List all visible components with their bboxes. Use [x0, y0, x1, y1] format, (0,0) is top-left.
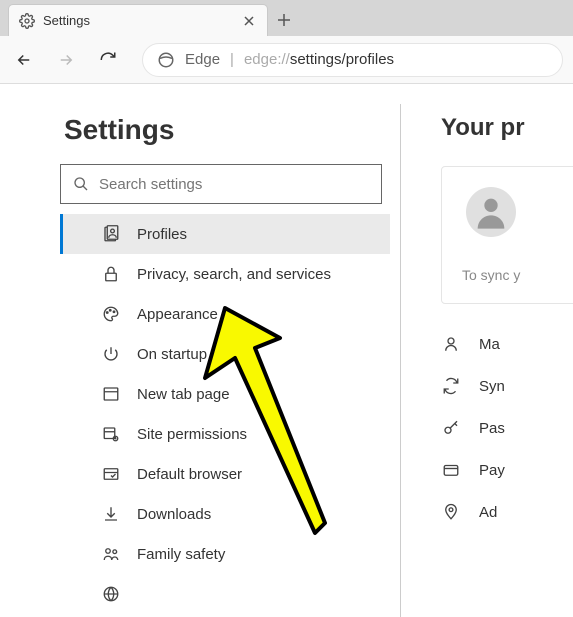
new-tab-button[interactable]: [268, 4, 300, 36]
card-icon: [441, 460, 461, 480]
key-icon: [441, 418, 461, 438]
profiles-icon: [101, 224, 121, 244]
sidebar-item-label: New tab page: [137, 386, 230, 403]
address-bar[interactable]: Edge | edge://settings/profiles: [142, 43, 563, 77]
sidebar-item-label: On startup: [137, 346, 207, 363]
sidebar-item-label: Profiles: [137, 226, 187, 243]
sidebar-item-defaultbrowser[interactable]: Default browser: [60, 454, 390, 494]
palette-icon: [101, 304, 121, 324]
browser-tab[interactable]: Settings: [8, 4, 268, 36]
sidebar-item-newtab[interactable]: New tab page: [60, 374, 390, 414]
sidebar-item-label: Family safety: [137, 546, 225, 563]
forward-button[interactable]: [52, 46, 80, 74]
content-item-sync[interactable]: Syn: [441, 366, 573, 406]
sidebar-item-label: Appearance: [137, 306, 218, 323]
sync-text: To sync y: [462, 267, 573, 283]
avatar: [466, 187, 516, 237]
profile-card: To sync y: [441, 166, 573, 304]
content-item-manage[interactable]: Ma: [441, 324, 573, 364]
addr-url: edge://settings/profiles: [244, 51, 394, 68]
settings-sidebar: Settings Profiles Privacy, search, and s…: [0, 84, 400, 617]
refresh-button[interactable]: [94, 46, 122, 74]
content-item-addresses[interactable]: Ad: [441, 492, 573, 532]
sidebar-item-family[interactable]: Family safety: [60, 534, 390, 574]
newtab-icon: [101, 384, 121, 404]
page-title: Settings: [64, 114, 390, 146]
sidebar-item-label: Privacy, search, and services: [137, 266, 331, 283]
person-icon: [441, 334, 461, 354]
search-icon: [73, 176, 89, 192]
sidebar-item-label: Default browser: [137, 466, 242, 483]
family-icon: [101, 544, 121, 564]
search-input[interactable]: [99, 176, 369, 193]
addr-divider: |: [230, 51, 234, 68]
page: Settings Profiles Privacy, search, and s…: [0, 84, 573, 617]
sidebar-item-sitepermissions[interactable]: Site permissions: [60, 414, 390, 454]
lock-icon: [101, 264, 121, 284]
close-icon[interactable]: [241, 13, 257, 29]
sidebar-item-privacy[interactable]: Privacy, search, and services: [60, 254, 390, 294]
sidebar-item-languages[interactable]: [60, 574, 390, 614]
content-item-label: Pay: [479, 462, 505, 479]
gear-icon: [19, 13, 35, 29]
permissions-icon: [101, 424, 121, 444]
sync-icon: [441, 376, 461, 396]
sidebar-item-profiles[interactable]: Profiles: [60, 214, 390, 254]
toolbar: Edge | edge://settings/profiles: [0, 36, 573, 84]
content-list: Ma Syn Pas Pay Ad: [441, 324, 573, 532]
sidebar-item-label: Site permissions: [137, 426, 247, 443]
sidebar-item-downloads[interactable]: Downloads: [60, 494, 390, 534]
content-title: Your pr: [441, 114, 573, 142]
content-item-label: Syn: [479, 378, 505, 395]
sidebar-item-onstartup[interactable]: On startup: [60, 334, 390, 374]
sidebar-item-appearance[interactable]: Appearance: [60, 294, 390, 334]
content-item-label: Ad: [479, 504, 497, 521]
content-item-payment[interactable]: Pay: [441, 450, 573, 490]
content-item-label: Ma: [479, 336, 500, 353]
download-icon: [101, 504, 121, 524]
nav-list: Profiles Privacy, search, and services A…: [60, 214, 390, 614]
location-icon: [441, 502, 461, 522]
tab-bar: Settings: [0, 0, 573, 36]
content-item-passwords[interactable]: Pas: [441, 408, 573, 448]
sidebar-item-label: Downloads: [137, 506, 211, 523]
content-item-label: Pas: [479, 420, 505, 437]
default-browser-icon: [101, 464, 121, 484]
globe-icon: [101, 584, 121, 604]
back-button[interactable]: [10, 46, 38, 74]
addr-label: Edge: [185, 51, 220, 68]
tab-title: Settings: [43, 13, 233, 28]
search-settings-box[interactable]: [60, 164, 382, 204]
content-pane: Your pr To sync y Ma Syn Pas Pay: [401, 84, 573, 617]
power-icon: [101, 344, 121, 364]
edge-logo-icon: [157, 51, 175, 69]
